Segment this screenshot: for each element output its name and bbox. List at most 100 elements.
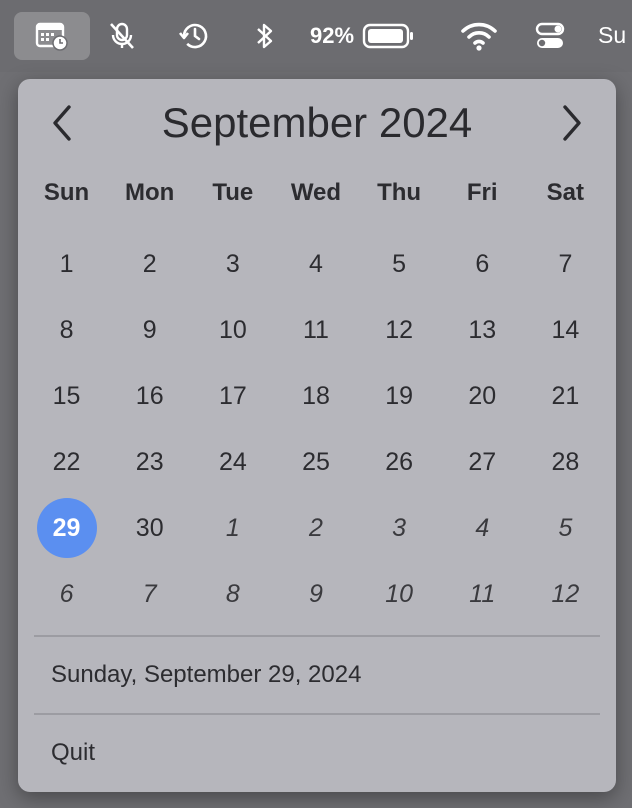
day-cell[interactable]: 21: [524, 363, 607, 429]
day-number: 9: [309, 579, 323, 608]
day-cell[interactable]: 5: [358, 231, 441, 297]
day-number: 17: [218, 381, 247, 410]
battery-icon: [362, 23, 414, 49]
day-cell-adjacent-month[interactable]: 12: [524, 561, 607, 627]
weekday-label: Wed: [290, 179, 342, 206]
quit-button[interactable]: Quit: [51, 739, 95, 767]
day-cell-adjacent-month[interactable]: 2: [274, 495, 357, 561]
day-number: 20: [468, 381, 497, 410]
day-cell[interactable]: 19: [358, 363, 441, 429]
day-number: 24: [218, 447, 247, 476]
weekday-label: Sun: [43, 179, 90, 206]
day-cell-adjacent-month[interactable]: 1: [191, 495, 274, 561]
day-number: 8: [225, 579, 240, 608]
day-number: 1: [225, 513, 240, 542]
time-machine-icon: [178, 23, 208, 49]
wifi-menu-extra[interactable]: [456, 12, 502, 60]
divider: [34, 713, 600, 715]
day-number: 14: [551, 315, 580, 344]
day-number: 19: [385, 381, 414, 410]
day-cell-adjacent-month[interactable]: 4: [441, 495, 524, 561]
day-number: 3: [392, 513, 407, 542]
day-cell[interactable]: 16: [108, 363, 191, 429]
day-number: 13: [468, 315, 497, 344]
day-number: 28: [551, 447, 580, 476]
day-number: 4: [309, 249, 323, 278]
day-cell[interactable]: 8: [25, 297, 108, 363]
day-cell[interactable]: 28: [524, 429, 607, 495]
calendar-clock-icon: [35, 22, 68, 51]
day-number: 4: [475, 513, 490, 542]
day-cell-adjacent-month[interactable]: 8: [191, 561, 274, 627]
day-number: 21: [551, 381, 580, 410]
day-cell[interactable]: 2: [108, 231, 191, 297]
mic-muted-icon: [110, 22, 134, 49]
selected-date-label: Sunday, September 29, 2024: [51, 661, 362, 688]
day-cell[interactable]: 15: [25, 363, 108, 429]
chevron-right-icon: [563, 105, 581, 141]
day-cell-today[interactable]: 29: [25, 495, 108, 561]
day-cell[interactable]: 10: [191, 297, 274, 363]
calendar-menu-extra[interactable]: [14, 12, 90, 60]
month-title: September 2024: [161, 99, 473, 146]
next-month-button[interactable]: [550, 101, 594, 145]
day-cell[interactable]: 23: [108, 429, 191, 495]
day-cell[interactable]: 20: [441, 363, 524, 429]
day-number: 6: [59, 579, 74, 608]
mic-muted-menu-extra[interactable]: [100, 12, 144, 60]
day-grid: 1 2 3 4 5 6 7 8 9 10 11 12 13 14 15 16 17 18 19 20 21 22 23 24 2…: [25, 231, 607, 627]
day-number: 5: [392, 249, 407, 278]
day-number: 15: [52, 381, 81, 410]
day-cell-adjacent-month[interactable]: 3: [358, 495, 441, 561]
day-cell-adjacent-month[interactable]: 6: [25, 561, 108, 627]
day-number: 30: [135, 513, 164, 542]
day-cell[interactable]: 12: [358, 297, 441, 363]
day-number: 16: [135, 381, 164, 410]
day-number: 29: [36, 498, 97, 558]
day-cell[interactable]: 13: [441, 297, 524, 363]
day-number: 8: [59, 315, 74, 344]
menu-bar: 92% Su: [0, 0, 632, 72]
day-number: 26: [385, 447, 414, 476]
day-number: 25: [302, 447, 330, 476]
day-cell[interactable]: 11: [274, 297, 357, 363]
day-number: 3: [225, 249, 240, 278]
day-number: 5: [558, 513, 573, 542]
day-cell[interactable]: 18: [274, 363, 357, 429]
day-cell[interactable]: 25: [274, 429, 357, 495]
day-cell[interactable]: 14: [524, 297, 607, 363]
battery-menu-extra[interactable]: 92%: [310, 12, 426, 60]
time-machine-menu-extra[interactable]: [172, 12, 218, 60]
bluetooth-icon: [257, 23, 273, 49]
bluetooth-menu-extra[interactable]: [248, 12, 282, 60]
day-cell[interactable]: 22: [25, 429, 108, 495]
day-cell-adjacent-month[interactable]: 5: [524, 495, 607, 561]
day-number: 11: [469, 579, 496, 608]
day-cell[interactable]: 1: [25, 231, 108, 297]
day-cell[interactable]: 6: [441, 231, 524, 297]
day-cell-adjacent-month[interactable]: 10: [358, 561, 441, 627]
day-cell[interactable]: 3: [191, 231, 274, 297]
day-number: 22: [52, 447, 81, 476]
weekday-label: Mon: [125, 179, 175, 206]
weekday-header-row: Sun Mon Tue Wed Thu Fri Sat: [25, 179, 607, 207]
day-number: 7: [558, 249, 573, 278]
day-cell-adjacent-month[interactable]: 9: [274, 561, 357, 627]
day-cell[interactable]: 7: [524, 231, 607, 297]
menubar-clock-partial[interactable]: Su: [598, 22, 626, 49]
control-center-menu-extra[interactable]: [530, 12, 570, 60]
day-cell[interactable]: 24: [191, 429, 274, 495]
divider: [34, 635, 600, 637]
day-cell[interactable]: 27: [441, 429, 524, 495]
weekday-label: Fri: [466, 179, 498, 206]
day-cell[interactable]: 26: [358, 429, 441, 495]
day-cell[interactable]: 4: [274, 231, 357, 297]
day-cell-adjacent-month[interactable]: 7: [108, 561, 191, 627]
day-cell[interactable]: 17: [191, 363, 274, 429]
day-cell-adjacent-month[interactable]: 11: [441, 561, 524, 627]
day-number: 7: [142, 579, 157, 608]
day-number: 12: [385, 315, 414, 344]
day-cell[interactable]: 30: [108, 495, 191, 561]
day-cell[interactable]: 9: [108, 297, 191, 363]
day-number: 27: [468, 447, 497, 476]
